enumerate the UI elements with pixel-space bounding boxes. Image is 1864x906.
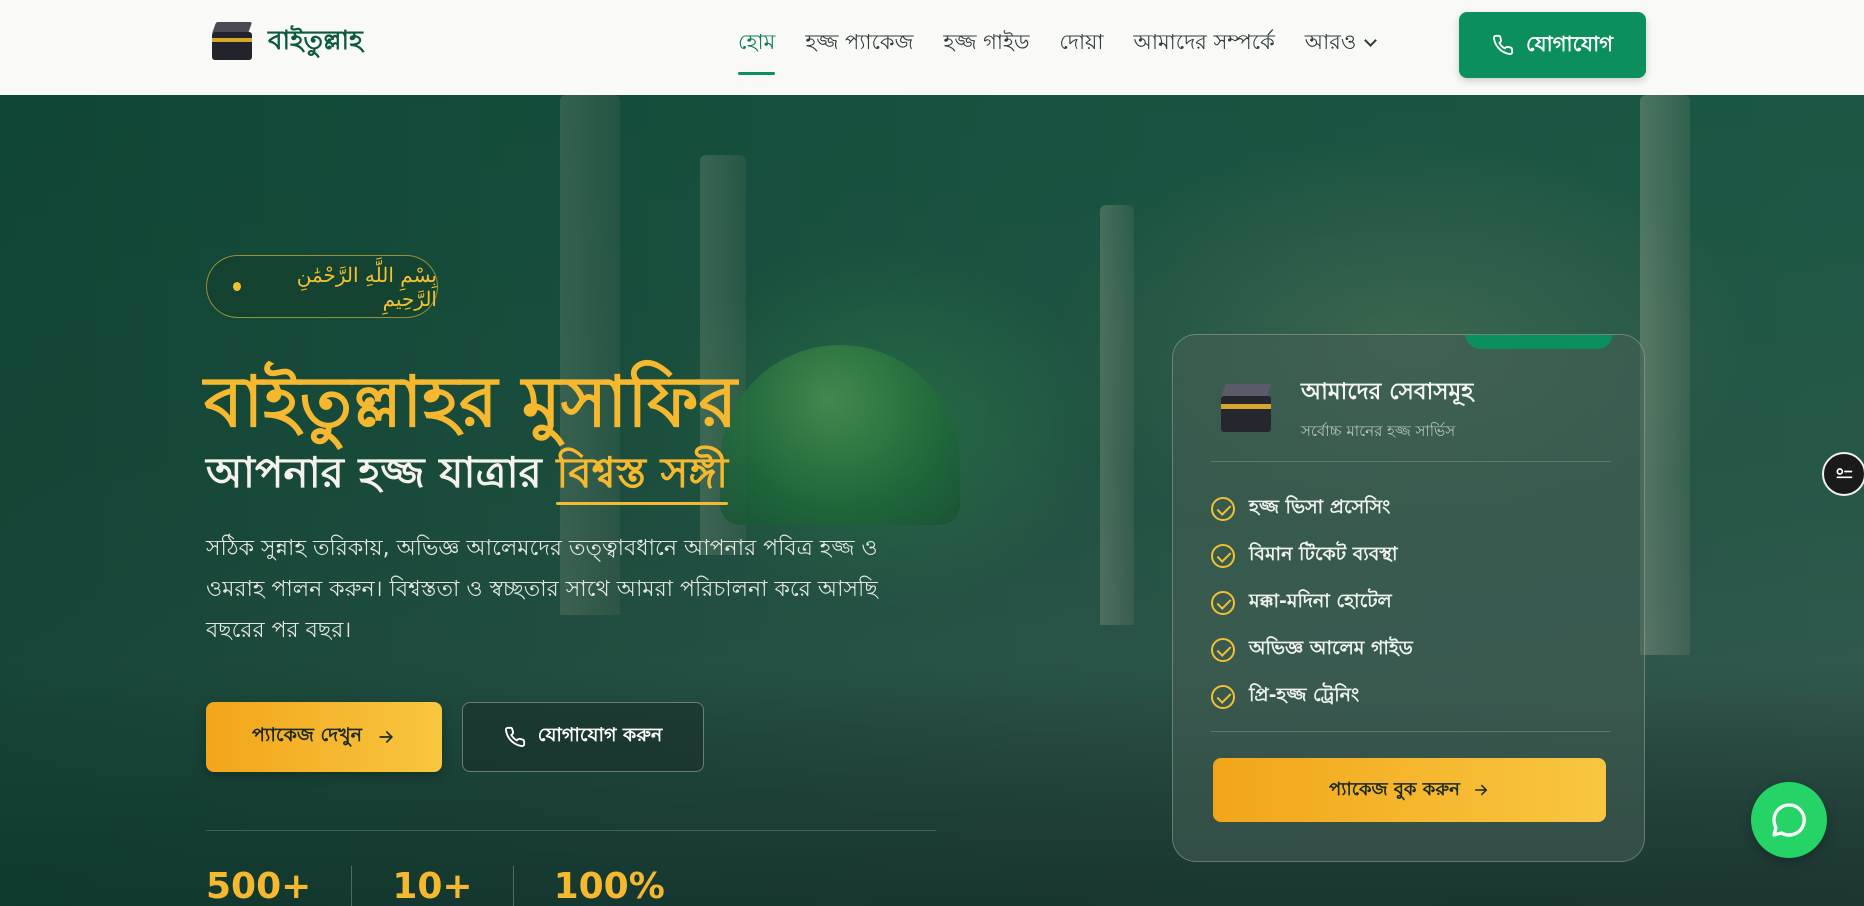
- service-item-label: হজ্জ ভিসা প্রসেসিং: [1249, 495, 1391, 518]
- services-card: আমাদের সেবাসমূহ সর্বোচ্চ মানের হজ্জ সার্…: [1172, 334, 1645, 862]
- service-item-label: অভিজ্ঞ আলেম গাইড: [1249, 636, 1413, 659]
- hero-subtitle-prefix: আপনার হজ্জ যাত্রার: [206, 448, 557, 497]
- services-card-header: আমাদের সেবাসমূহ সর্বোচ্চ মানের হজ্জ সার্…: [1219, 373, 1473, 445]
- check-circle-icon: [1211, 543, 1235, 568]
- service-item-label: মক্কা-মদিনা হোটেল: [1249, 589, 1392, 612]
- hero-subtitle: আপনার হজ্জ যাত্রার বিশ্বস্ত সঙ্গী: [206, 440, 728, 511]
- chat-bubble-icon: [1772, 803, 1806, 837]
- service-item: হজ্জ ভিসা প্রসেসিং: [1211, 485, 1413, 532]
- nav-link-about[interactable]: আমাদের সম্পর্কে: [1134, 26, 1275, 75]
- contact-button-label: যোগাযোগ: [1526, 31, 1613, 56]
- check-circle-icon: [1211, 496, 1235, 521]
- brand-logo-link[interactable]: বাইতুল্লাহ: [210, 20, 363, 64]
- chevron-down-icon: [1364, 34, 1378, 47]
- check-circle-icon: [1211, 684, 1235, 709]
- nav-link-hajj-guide[interactable]: হজ্জ গাইড: [943, 26, 1029, 75]
- hero-subtitle-highlight: বিশ্বস্ত সঙ্গী: [556, 448, 729, 497]
- bismillah-badge: بِسْمِ اللَّهِ الرَّحْمَٰنِ الرَّحِيمِ: [206, 255, 438, 318]
- divider: [1211, 461, 1611, 462]
- service-item-label: প্রি-হজ্জ ট্রেনিং: [1249, 683, 1360, 706]
- nav-link-home[interactable]: হোম: [738, 26, 776, 75]
- nav-more-label: আরও: [1304, 30, 1357, 54]
- stat-value: 10+: [392, 866, 514, 906]
- service-item: অভিজ্ঞ আলেম গাইড: [1211, 626, 1413, 673]
- service-item-label: বিমান টিকেট ব্যবস্থা: [1249, 542, 1398, 565]
- stats-row: 500+ 10+ 100%: [206, 866, 745, 906]
- services-card-title: আমাদের সেবাসমূহ: [1301, 379, 1474, 405]
- check-circle-icon: [1211, 637, 1235, 662]
- check-circle-icon: [1211, 590, 1235, 615]
- kaaba-icon: [1219, 382, 1273, 436]
- card-tab-accent: [1465, 335, 1613, 349]
- stats-divider: [206, 830, 936, 831]
- nav-link-hajj-package[interactable]: হজ্জ প্যাকেজ: [805, 26, 913, 75]
- dot-icon: [233, 282, 242, 291]
- kaaba-icon: [210, 22, 254, 62]
- phone-icon: [1493, 34, 1514, 55]
- nav-more-dropdown[interactable]: আরও: [1304, 26, 1378, 75]
- service-item: মক্কা-মদিনা হোটেল: [1211, 579, 1413, 626]
- navbar: বাইতুল্লাহ হোম হজ্জ প্যাকেজ হজ্জ গাইড দো…: [0, 0, 1864, 95]
- hero-description: সঠিক সুন্নাহ তরিকায়, অভিজ্ঞ আলেমদের তত্…: [206, 536, 878, 643]
- divider: [1211, 731, 1611, 732]
- contact-button[interactable]: যোগাযোগ: [1459, 12, 1646, 78]
- stat-value: 100%: [553, 866, 665, 906]
- book-package-label: প্যাকেজ বুক করুন: [1329, 778, 1460, 800]
- service-item: বিমান টিকেট ব্যবস্থা: [1211, 532, 1413, 579]
- accessibility-toggle-icon[interactable]: [1822, 452, 1864, 496]
- phone-icon: [504, 726, 525, 747]
- bismillah-text: بِسْمِ اللَّهِ الرَّحْمَٰنِ الرَّحِيمِ: [296, 262, 437, 311]
- contact-us-button[interactable]: যোগাযোগ করুন: [462, 702, 704, 772]
- view-packages-label: প্যাকেজ দেখুন: [252, 724, 362, 746]
- services-card-subtitle: সর্বোচ্চ মানের হজ্জ সার্ভিস: [1301, 422, 1456, 440]
- contact-us-label: যোগাযোগ করুন: [537, 724, 663, 746]
- view-packages-button[interactable]: প্যাকেজ দেখুন: [206, 702, 442, 772]
- nav-links: হোম হজ্জ প্যাকেজ হজ্জ গাইড দোয়া আমাদের …: [738, 26, 1378, 75]
- arrow-right-icon: [1474, 784, 1488, 796]
- service-item: প্রি-হজ্জ ট্রেনিং: [1211, 673, 1413, 720]
- chat-button[interactable]: [1751, 782, 1827, 858]
- stat-value: 500+: [206, 866, 353, 906]
- services-list: হজ্জ ভিসা প্রসেসিং বিমান টিকেট ব্যবস্থা …: [1211, 485, 1413, 720]
- brand-name: বাইতুল্লাহ: [268, 26, 363, 56]
- book-package-button[interactable]: প্যাকেজ বুক করুন: [1213, 758, 1606, 822]
- nav-link-dua[interactable]: দোয়া: [1059, 26, 1103, 75]
- arrow-right-icon: [379, 731, 393, 743]
